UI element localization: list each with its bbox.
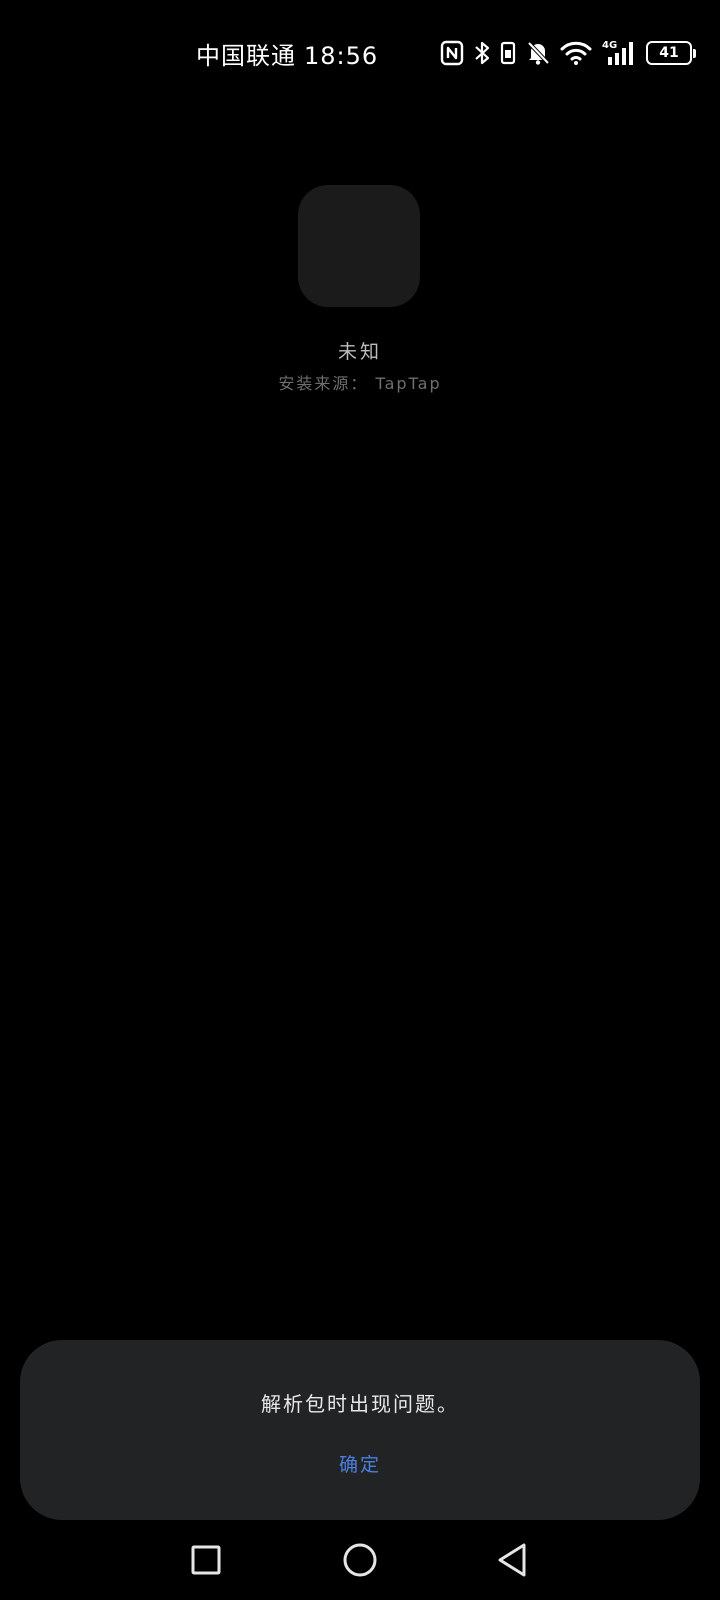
wifi-icon [560, 41, 592, 65]
network-type: 4G [602, 40, 617, 51]
carrier-name: 中国联通 [196, 42, 296, 70]
app-name: 未知 [337, 341, 382, 363]
nfc-icon [440, 40, 464, 66]
app-icon-placeholder [298, 185, 420, 307]
home-icon[interactable] [338, 1538, 382, 1582]
dialog-message: 解析包时出现问题。 [261, 1392, 459, 1416]
status-left: 中国联通 18:56 [196, 36, 386, 71]
battery-level: 41 [659, 45, 679, 61]
recents-icon[interactable] [184, 1538, 228, 1582]
clock: 18:56 [304, 42, 379, 70]
confirm-button[interactable]: 确定 [320, 1444, 400, 1486]
vibrate-icon [500, 41, 516, 65]
install-source: 安装来源： TapTap [278, 374, 442, 393]
status-icons: 4G 41 [440, 36, 696, 70]
status-bar: 中国联通 18:56 4G 41 [0, 0, 720, 100]
battery-icon: 41 [646, 41, 696, 65]
back-icon[interactable] [492, 1538, 536, 1582]
error-dialog: 解析包时出现问题。 确定 [20, 1340, 700, 1520]
bluetooth-icon [475, 41, 490, 65]
signal-icon: 4G [602, 40, 633, 65]
bell-off-icon [527, 41, 550, 65]
navigation-bar [0, 1520, 720, 1600]
